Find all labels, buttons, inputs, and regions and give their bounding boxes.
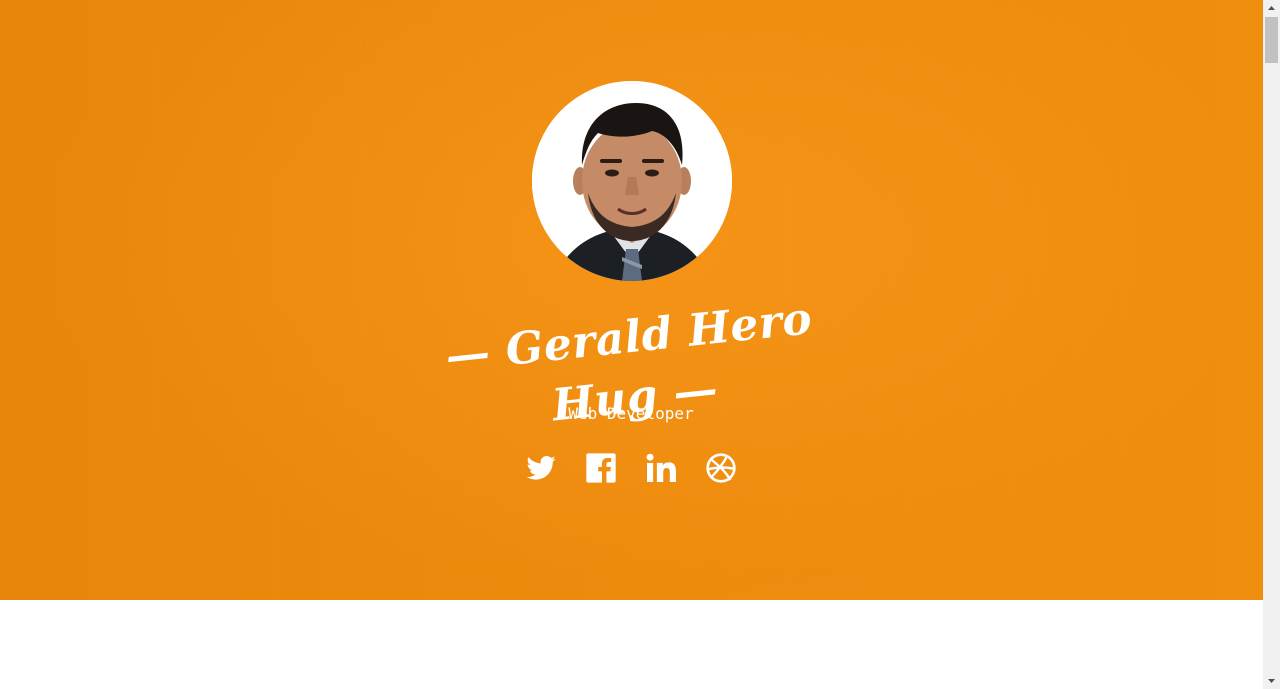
profile-name-text: — Gerald Hero Hug — — [443, 293, 815, 432]
twitter-icon — [526, 456, 556, 480]
profile-photo — [532, 81, 732, 281]
chevron-down-icon — [1268, 679, 1275, 683]
scroll-down-button[interactable] — [1263, 672, 1280, 689]
facebook-link[interactable] — [585, 452, 617, 484]
vertical-scrollbar[interactable] — [1263, 0, 1280, 689]
profile-title: Web Developer — [568, 404, 694, 423]
scrollbar-thumb[interactable] — [1265, 17, 1278, 63]
page-viewport: — Gerald Hero Hug — Web Developer — [0, 0, 1263, 689]
profile-name: — Gerald Hero Hug — — [420, 293, 844, 431]
linkedin-link[interactable] — [645, 452, 677, 484]
facebook-icon — [586, 453, 616, 483]
avatar — [532, 81, 732, 281]
dribbble-icon — [706, 453, 736, 483]
dribbble-link[interactable] — [705, 452, 737, 484]
chevron-up-icon — [1268, 6, 1275, 10]
scroll-up-button[interactable] — [1263, 0, 1280, 17]
twitter-link[interactable] — [525, 452, 557, 484]
hero-section: — Gerald Hero Hug — Web Developer — [0, 0, 1263, 600]
linkedin-icon — [646, 453, 676, 482]
